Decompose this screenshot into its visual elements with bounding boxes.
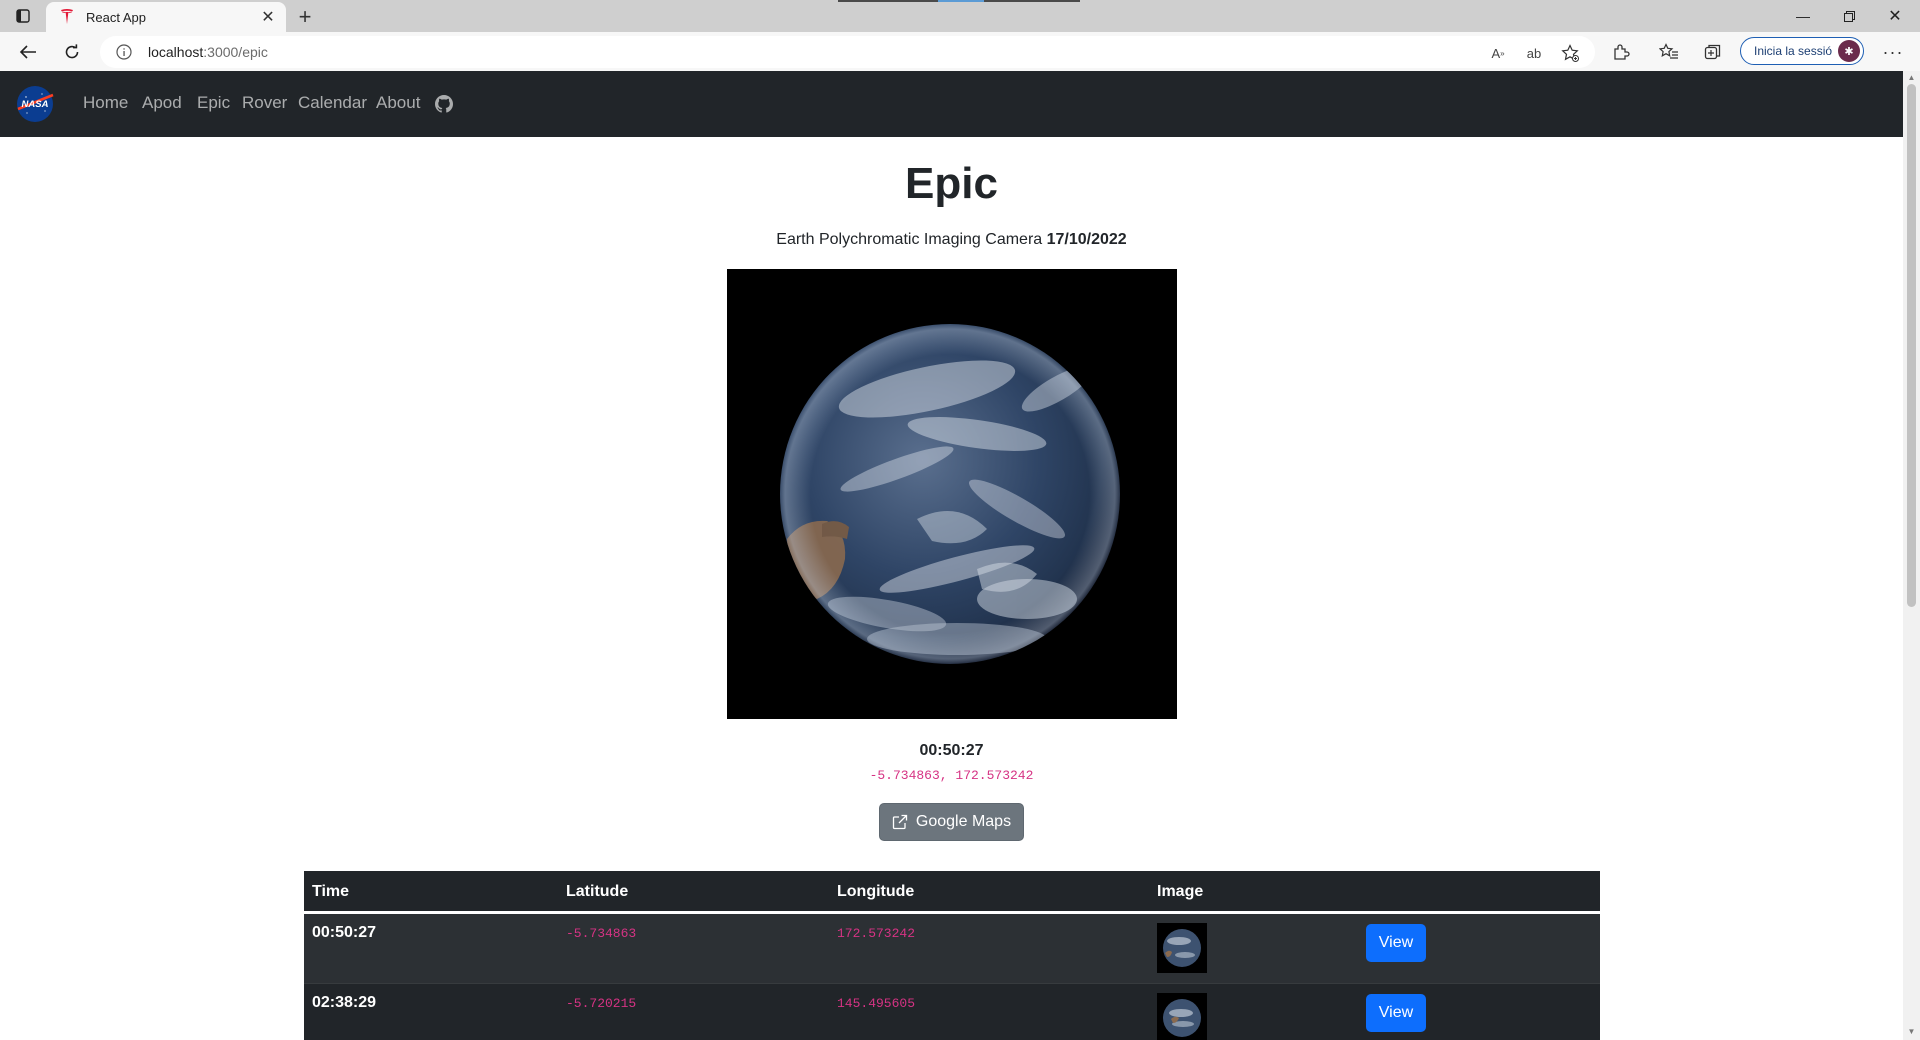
google-maps-button[interactable]: Google Maps [879, 803, 1024, 841]
plus-icon[interactable]: + [292, 4, 318, 30]
address-bar: localhost:3000/epic A» ab Inicia la sess… [0, 32, 1920, 72]
nav-link-calendar[interactable]: Calendar [298, 93, 367, 113]
svg-text:NASA: NASA [22, 99, 49, 110]
scroll-up-icon[interactable]: ▲ [1907, 73, 1916, 83]
subtitle-date: 17/10/2022 [1046, 231, 1127, 248]
refresh-icon[interactable] [58, 38, 86, 66]
selected-time: 00:50:27 [919, 742, 984, 759]
table-row: 00:50:27 -5.734863 172.573242 View [304, 912, 1600, 984]
tab-bar-indicator-accent [938, 0, 984, 2]
header-image: Image [1157, 883, 1204, 900]
row-time: 02:38:29 [312, 994, 377, 1011]
info-icon[interactable] [116, 44, 132, 60]
profile-avatar: ✱ [1838, 40, 1860, 62]
row-image-cell [1149, 984, 1358, 1040]
row-time: 00:50:27 [312, 924, 377, 941]
github-icon[interactable] [435, 95, 453, 113]
page-viewport: NASA Home Apod Epic Rover Calendar About… [0, 71, 1903, 1040]
tab-bar-indicator [838, 0, 938, 2]
subtitle-prefix: Earth Polychromatic Imaging Camera [776, 231, 1043, 248]
nav-link-home[interactable]: Home [83, 93, 128, 113]
browser-tab[interactable]: React App ✕ [46, 2, 286, 32]
row-image-cell [1149, 913, 1358, 984]
page-subtitle: Earth Polychromatic Imaging Camera 17/10… [0, 231, 1903, 249]
signin-label: Inicia la sessió [1754, 44, 1833, 58]
table-header-row: Time Latitude Longitude Image [304, 871, 1600, 913]
selected-coordinates: -5.734863, 172.573242 [869, 768, 1034, 783]
scrollbar-thumb[interactable] [1907, 84, 1916, 607]
row-action-cell: View [1358, 984, 1600, 1040]
header-latitude: Latitude [566, 883, 629, 900]
sidebar-toggle-icon[interactable] [12, 6, 34, 26]
row-latitude: -5.734863 [566, 926, 637, 941]
header-action [1358, 871, 1600, 913]
earth-thumbnail [1157, 993, 1207, 1040]
extensions-icon[interactable] [1609, 40, 1633, 64]
back-icon[interactable] [14, 38, 42, 66]
nav-link-apod[interactable]: Apod [142, 93, 182, 113]
header-time: Time [312, 883, 350, 900]
row-longitude: 172.573242 [837, 926, 916, 941]
close-icon[interactable]: ✕ [256, 5, 280, 29]
earth-thumbnail [1157, 923, 1207, 973]
external-link-icon [892, 814, 908, 830]
translate-icon[interactable]: ab [1524, 44, 1544, 62]
site-navbar: NASA Home Apod Epic Rover Calendar About [0, 71, 1903, 137]
header-longitude: Longitude [837, 883, 915, 900]
scroll-down-icon[interactable]: ▼ [1907, 1027, 1916, 1037]
nav-link-rover[interactable]: Rover [242, 93, 287, 113]
read-aloud-icon[interactable]: A» [1488, 44, 1508, 62]
collections-icon[interactable] [1701, 40, 1725, 64]
row-latitude: -5.720215 [566, 996, 637, 1011]
google-maps-label: Google Maps [915, 813, 1012, 830]
page-scrollbar[interactable]: ▲ ▼ [1903, 71, 1920, 1040]
epic-images-table: Time Latitude Longitude Image 00:50:27 -… [304, 871, 1600, 1040]
favorite-add-icon[interactable] [1560, 44, 1580, 62]
view-button[interactable]: View [1366, 994, 1426, 1032]
more-icon[interactable]: ··· [1880, 40, 1906, 64]
nav-link-about[interactable]: About [376, 93, 420, 113]
restore-icon[interactable] [1826, 0, 1872, 32]
view-button[interactable]: View [1366, 924, 1426, 962]
tesla-favicon-icon [58, 8, 76, 26]
browser-tab-bar: React App ✕ + — ✕ [0, 0, 1920, 32]
signin-button[interactable]: Inicia la sessió ✱ [1740, 37, 1864, 65]
window-close-icon[interactable]: ✕ [1872, 0, 1918, 32]
nav-link-epic[interactable]: Epic [197, 93, 230, 113]
nasa-logo[interactable]: NASA [15, 84, 55, 124]
epic-earth-image [727, 269, 1177, 719]
tab-bar-indicator-end [984, 0, 1080, 2]
minimize-icon[interactable]: — [1780, 0, 1826, 32]
table-row: 02:38:29 -5.720215 145.495605 View [304, 984, 1600, 1040]
url-field[interactable]: localhost:3000/epic A» ab [100, 36, 1595, 68]
page-title: Epic [905, 159, 998, 208]
url-text[interactable]: localhost:3000/epic [148, 44, 268, 60]
row-longitude: 145.495605 [837, 996, 916, 1011]
row-action-cell: View [1358, 913, 1600, 984]
tab-title: React App [86, 9, 146, 25]
favorites-icon[interactable] [1657, 40, 1681, 64]
